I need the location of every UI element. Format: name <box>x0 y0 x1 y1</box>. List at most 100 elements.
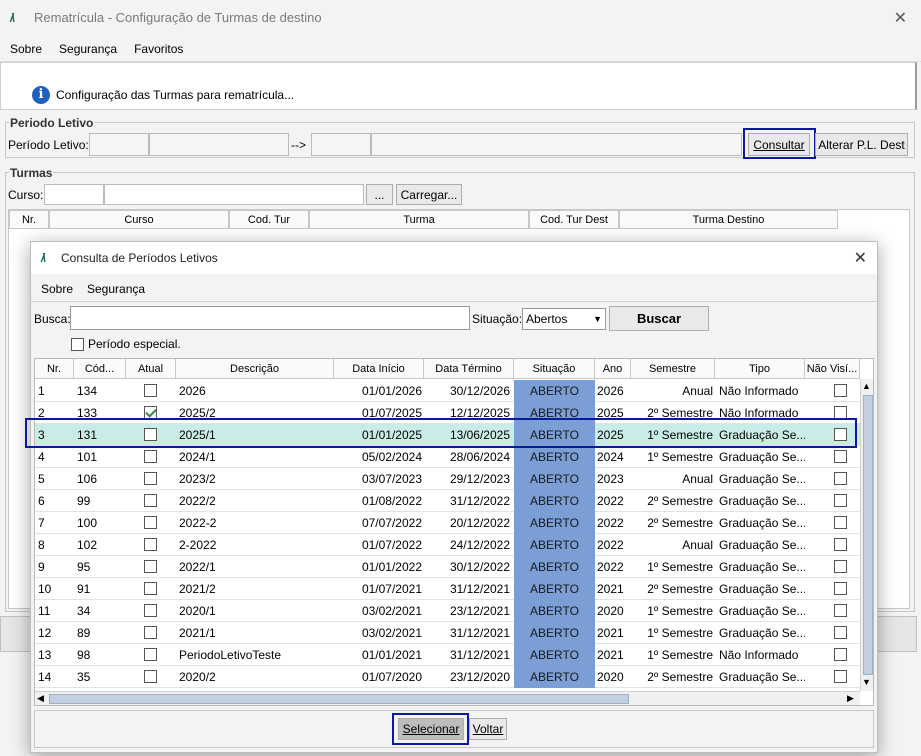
col-data-inicio[interactable]: Data Início <box>334 359 424 379</box>
cell-tipo: Graduação Se... <box>719 670 805 684</box>
cell-desc: 2024/1 <box>179 450 216 464</box>
hscroll-thumb[interactable] <box>49 694 629 704</box>
table-row[interactable]: 5 106 2023/2 03/07/2023 29/12/2023 ABERTO 2023… <box>35 468 860 490</box>
nao-visivel-checkbox[interactable] <box>834 384 847 397</box>
table-row[interactable]: 8 102 2-2022 01/07/2022 24/12/2022 ABERTO 2022… <box>35 534 860 556</box>
situacao-select[interactable]: Abertos ▼ <box>522 308 606 330</box>
atual-checkbox[interactable] <box>144 648 157 661</box>
dialog-menu-sobre[interactable]: Sobre <box>41 282 73 296</box>
cell-desc: 2023/2 <box>179 472 216 486</box>
scroll-left-icon[interactable]: ◀ <box>37 693 44 704</box>
cell-desc: 2020/2 <box>179 670 216 684</box>
col-nr[interactable]: Nr. <box>35 359 74 379</box>
atual-checkbox[interactable] <box>144 604 157 617</box>
nao-visivel-checkbox[interactable] <box>834 648 847 661</box>
curso-lookup-button[interactable]: ... <box>366 184 393 205</box>
table-row[interactable]: 6 99 2022/2 01/08/2022 31/12/2022 ABERTO 2022 2… <box>35 490 860 512</box>
cell-cod: 134 <box>77 384 98 398</box>
curso-code-field[interactable] <box>44 184 104 205</box>
curso-desc-field[interactable] <box>104 184 364 205</box>
dialog-menu-seguranca[interactable]: Segurança <box>87 282 145 296</box>
atual-checkbox[interactable] <box>144 560 157 573</box>
table-row[interactable]: 9 95 2022/1 01/01/2022 30/12/2022 ABERTO 2022 1… <box>35 556 860 578</box>
col-situacao[interactable]: Situação <box>514 359 595 379</box>
window-title: Rematrícula - Configuração de Turmas de … <box>34 10 322 25</box>
cell-ano: 2021 <box>597 648 624 662</box>
table-row[interactable]: 1 134 2026 01/01/2026 30/12/2026 ABERTO 2026 An… <box>35 380 860 402</box>
dialog-close-icon[interactable]: ✕ <box>854 248 867 268</box>
col-tipo[interactable]: Tipo <box>715 359 805 379</box>
atual-checkbox[interactable] <box>144 450 157 463</box>
table-row[interactable]: 12 89 2021/1 03/02/2021 31/12/2021 ABERTO 2021… <box>35 622 860 644</box>
col-cod[interactable]: Cód... <box>74 359 126 379</box>
cell-sit: ABERTO <box>514 380 595 402</box>
carregar-button[interactable]: Carregar... <box>396 184 462 205</box>
nao-visivel-checkbox[interactable] <box>834 450 847 463</box>
table-row[interactable]: 14 35 2020/2 01/07/2020 23/12/2020 ABERTO 2020… <box>35 666 860 688</box>
nao-visivel-checkbox[interactable] <box>834 472 847 485</box>
atual-checkbox[interactable] <box>144 472 157 485</box>
vscroll-thumb[interactable] <box>863 395 873 675</box>
atual-checkbox[interactable] <box>144 582 157 595</box>
cell-nr: 6 <box>38 494 45 508</box>
table-row[interactable]: 10 91 2021/2 01/07/2021 31/12/2021 ABERTO 2021… <box>35 578 860 600</box>
vertical-scrollbar[interactable]: ▲ ▼ <box>860 379 873 691</box>
cell-desc: 2-2022 <box>179 538 217 552</box>
nao-visivel-checkbox[interactable] <box>834 494 847 507</box>
nao-visivel-checkbox[interactable] <box>834 670 847 683</box>
periodo-dest-code-field[interactable] <box>311 133 371 156</box>
col-turma[interactable]: Turma <box>309 210 529 229</box>
periodo-code-field[interactable] <box>89 133 149 156</box>
atual-checkbox[interactable] <box>144 516 157 529</box>
nao-visivel-checkbox[interactable] <box>834 582 847 595</box>
horizontal-scrollbar[interactable]: ◀ ▶ <box>35 691 860 705</box>
nao-visivel-checkbox[interactable] <box>834 516 847 529</box>
nao-visivel-checkbox[interactable] <box>834 560 847 573</box>
menu-seguranca[interactable]: Segurança <box>59 42 117 56</box>
scroll-up-icon[interactable]: ▲ <box>862 381 871 391</box>
col-turma-destino[interactable]: Turma Destino <box>619 210 838 229</box>
cell-tipo: Graduação Se... <box>719 516 805 530</box>
cell-ini: 03/02/2021 <box>361 626 422 640</box>
col-semestre[interactable]: Semestre <box>631 359 715 379</box>
periodo-desc-field[interactable] <box>149 133 289 156</box>
buscar-button[interactable]: Buscar <box>609 306 709 331</box>
menu-favoritos[interactable]: Favoritos <box>134 42 183 56</box>
atual-checkbox[interactable] <box>144 626 157 639</box>
table-row[interactable]: 7 100 2022-2 07/07/2022 20/12/2022 ABERTO 2022… <box>35 512 860 534</box>
nao-visivel-checkbox[interactable] <box>834 604 847 617</box>
periodo-dest-desc-field[interactable] <box>371 133 742 156</box>
cell-ano: 2026 <box>597 384 624 398</box>
scroll-down-icon[interactable]: ▼ <box>862 677 871 687</box>
atual-checkbox[interactable] <box>144 494 157 507</box>
table-row[interactable]: 4 101 2024/1 05/02/2024 28/06/2024 ABERTO 2024… <box>35 446 860 468</box>
especial-checkbox[interactable] <box>71 338 84 351</box>
cell-fim: 24/12/2022 <box>449 538 510 552</box>
col-descricao[interactable]: Descrição <box>176 359 334 379</box>
close-icon[interactable]: ✕ <box>894 8 907 28</box>
nao-visivel-checkbox[interactable] <box>834 626 847 639</box>
table-row[interactable]: 11 34 2020/1 03/02/2021 23/12/2021 ABERTO 2020… <box>35 600 860 622</box>
atual-checkbox[interactable] <box>144 670 157 683</box>
busca-input[interactable] <box>70 306 470 330</box>
col-cod-tur[interactable]: Cod. Tur <box>229 210 309 229</box>
atual-checkbox[interactable] <box>144 538 157 551</box>
voltar-button[interactable]: Voltar <box>469 718 507 740</box>
col-curso[interactable]: Curso <box>49 210 229 229</box>
table-row[interactable]: 13 98 PeriodoLetivoTeste 01/01/2021 31/12/20… <box>35 644 860 666</box>
cell-fim: 30/12/2022 <box>449 560 510 574</box>
alterar-button[interactable]: Alterar P.L. Dest <box>815 133 908 156</box>
col-nr[interactable]: Nr. <box>9 210 49 229</box>
selected-row-highlight <box>25 418 857 448</box>
col-ano[interactable]: Ano <box>595 359 631 379</box>
col-data-termino[interactable]: Data Término <box>424 359 514 379</box>
menu-sobre[interactable]: Sobre <box>10 42 42 56</box>
col-cod-tur-dest[interactable]: Cod. Tur Dest <box>529 210 619 229</box>
col-atual[interactable]: Atual <box>126 359 176 379</box>
scroll-right-icon[interactable]: ▶ <box>847 693 854 704</box>
atual-checkbox[interactable] <box>144 384 157 397</box>
col-nao-visivel[interactable]: Não Visí... <box>805 359 860 379</box>
nao-visivel-checkbox[interactable] <box>834 538 847 551</box>
cell-fim: 23/12/2020 <box>449 670 510 684</box>
title-bar: /\ Rematrícula - Configuração de Turmas … <box>0 0 921 35</box>
